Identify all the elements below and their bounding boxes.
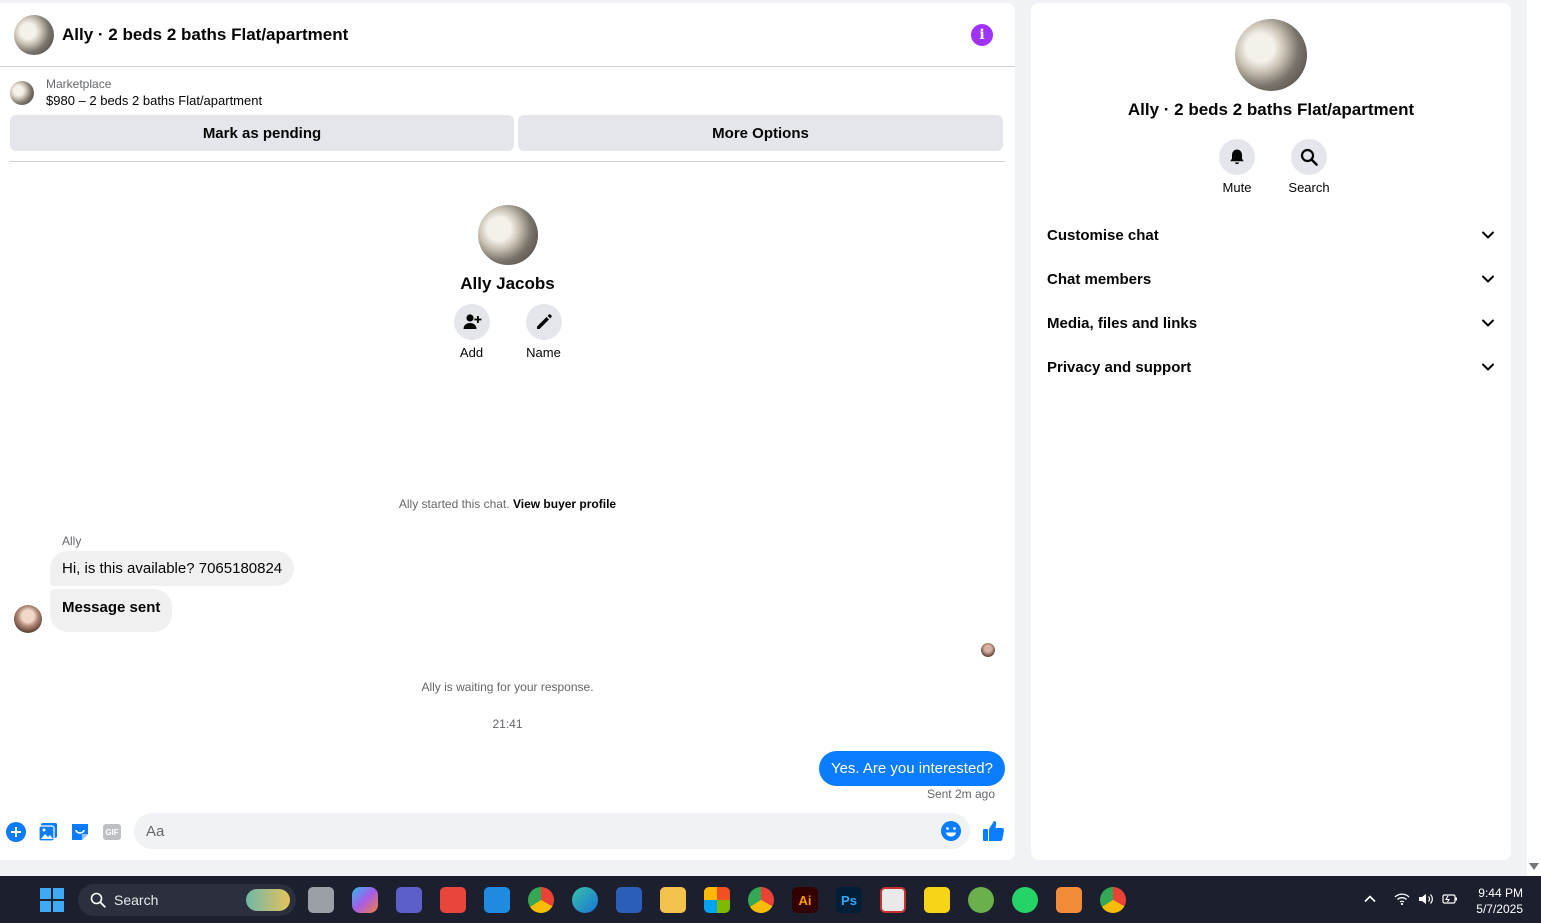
name-label: Name — [526, 345, 561, 360]
sent-status: Sent 2m ago — [926, 787, 995, 801]
taskbar-utorrent-icon[interactable] — [968, 887, 994, 913]
taskbar-store-icon[interactable] — [704, 887, 730, 913]
marketplace-label: Marketplace — [46, 77, 112, 91]
pencil-icon — [525, 304, 562, 340]
waiting-notice: Ally is waiting for your response. — [421, 680, 594, 694]
info-sections: Customise chat Chat members Media, files… — [1031, 213, 1511, 389]
photo-icon[interactable] — [37, 821, 59, 843]
windows-start-icon[interactable] — [40, 888, 64, 912]
taskbar-search[interactable]: Search — [78, 884, 296, 916]
profile-name: Ally Jacobs — [460, 274, 555, 293]
plus-circle-icon[interactable] — [5, 821, 27, 843]
edit-name-button[interactable]: Name — [525, 304, 562, 360]
message-placeholder: Aa — [146, 822, 165, 840]
taskbar-chrome-icon[interactable] — [528, 887, 554, 913]
seen-indicator-avatar — [981, 643, 995, 657]
listing-actions: Mark as pending More Options — [10, 115, 1005, 162]
search-icon — [1291, 139, 1327, 175]
listing-price: $980 – 2 beds 2 baths Flat/apartment — [46, 93, 263, 108]
bell-icon — [1219, 139, 1255, 175]
section-privacy-support[interactable]: Privacy and support — [1047, 345, 1495, 389]
chat-header: Ally · 2 beds 2 baths Flat/apartment i — [0, 3, 1015, 67]
info-icon[interactable]: i — [971, 23, 993, 46]
listing-avatar[interactable] — [14, 14, 54, 55]
section-customise-chat[interactable]: Customise chat — [1047, 213, 1495, 257]
chevron-up-icon[interactable] — [1363, 892, 1379, 908]
search-icon — [90, 892, 106, 908]
message-timestamp: 21:41 — [492, 717, 523, 731]
profile-avatar[interactable] — [477, 205, 538, 265]
volume-icon[interactable] — [1418, 892, 1434, 908]
sender-avatar[interactable] — [14, 605, 42, 633]
info-title: Ally · 2 beds 2 baths Flat/apartment — [1127, 100, 1415, 119]
taskbar-file-explorer-window-icon[interactable] — [308, 887, 334, 913]
wifi-icon[interactable] — [1394, 892, 1410, 908]
section-chat-members[interactable]: Chat members — [1047, 257, 1495, 301]
chat-panel: Ally · 2 beds 2 baths Flat/apartment i M… — [0, 3, 1015, 860]
chat-title[interactable]: Ally · 2 beds 2 baths Flat/apartment — [62, 25, 971, 45]
emoji-icon[interactable] — [940, 820, 962, 842]
mute-label: Mute — [1222, 180, 1252, 195]
incoming-message[interactable]: Hi, is this available? 7065180824 — [50, 551, 295, 586]
add-people-button[interactable]: Add — [453, 304, 490, 360]
thumbs-up-icon[interactable] — [981, 819, 1005, 843]
mark-as-pending-button[interactable]: Mark as pending — [10, 115, 514, 151]
listing-thumbnail — [10, 81, 34, 105]
search-label: Search — [1288, 180, 1330, 195]
taskbar-mail-icon[interactable] — [484, 887, 510, 913]
sticker-icon[interactable] — [69, 821, 91, 843]
add-person-icon — [453, 304, 490, 340]
taskbar-copilot-icon[interactable] — [352, 887, 378, 913]
taskbar-snipping-tool-icon[interactable] — [880, 887, 906, 913]
clock-date: 5/7/2025 — [1476, 902, 1523, 916]
taskbar-app-orange-icon[interactable] — [1056, 887, 1082, 913]
taskbar-chrome-alt-icon[interactable] — [1100, 887, 1126, 913]
outgoing-message[interactable]: Yes. Are you interested? — [818, 751, 1005, 786]
windows-taskbar: Search Ai Ps 9:44 PM 5/7/2025 — [0, 876, 1541, 923]
mute-button[interactable]: Mute — [1219, 139, 1255, 195]
incoming-message[interactable]: Message sent — [50, 589, 173, 632]
taskbar-file-explorer-icon[interactable] — [660, 887, 686, 913]
listing-bar: Marketplace $980 – 2 beds 2 baths Flat/a… — [0, 67, 1015, 162]
search-in-chat-button[interactable]: Search — [1288, 139, 1330, 195]
battery-icon[interactable] — [1442, 892, 1458, 908]
listing-summary[interactable]: Marketplace $980 – 2 beds 2 baths Flat/a… — [10, 76, 1005, 110]
taskbar-illustrator-icon[interactable]: Ai — [792, 887, 818, 913]
more-options-button[interactable]: More Options — [518, 115, 1003, 151]
chevron-down-icon — [1482, 319, 1494, 327]
search-highlight-icon — [246, 889, 290, 911]
add-label: Add — [459, 345, 484, 360]
taskbar-edge-icon[interactable] — [572, 887, 598, 913]
taskbar-clock[interactable]: 9:44 PM 5/7/2025 — [1476, 885, 1523, 917]
taskbar-chrome-profile-icon[interactable] — [748, 887, 774, 913]
chevron-down-icon — [1482, 275, 1494, 283]
taskbar-photoshop-icon[interactable]: Ps — [836, 887, 862, 913]
chevron-down-icon — [1482, 363, 1494, 371]
view-buyer-profile-link[interactable]: View buyer profile — [513, 497, 616, 511]
clock-time: 9:44 PM — [1478, 886, 1523, 900]
section-media-files-links[interactable]: Media, files and links — [1047, 301, 1495, 345]
conversation-info-panel: Ally · 2 beds 2 baths Flat/apartment Mut… — [1031, 3, 1511, 860]
taskbar-sticky-notes-icon[interactable] — [924, 887, 950, 913]
info-avatar[interactable] — [1235, 19, 1307, 91]
message-input[interactable]: Aa — [134, 813, 970, 849]
sender-name: Ally — [62, 534, 82, 548]
taskbar-word-icon[interactable] — [616, 887, 642, 913]
profile-block: Ally Jacobs Add Name — [0, 205, 1015, 360]
chat-start-notice: Ally started this chat. View buyer profi… — [398, 497, 617, 511]
gif-icon[interactable]: GIF — [101, 821, 123, 843]
chevron-down-icon — [1482, 231, 1494, 239]
taskbar-whatsapp-icon[interactable] — [1012, 887, 1038, 913]
taskbar-git-app-icon[interactable] — [440, 887, 466, 913]
scroll-down-arrow-icon[interactable] — [1529, 863, 1539, 870]
taskbar-teams-icon[interactable] — [396, 887, 422, 913]
message-composer: GIF Aa — [0, 813, 1015, 851]
page-scrollbar[interactable] — [1527, 0, 1541, 876]
